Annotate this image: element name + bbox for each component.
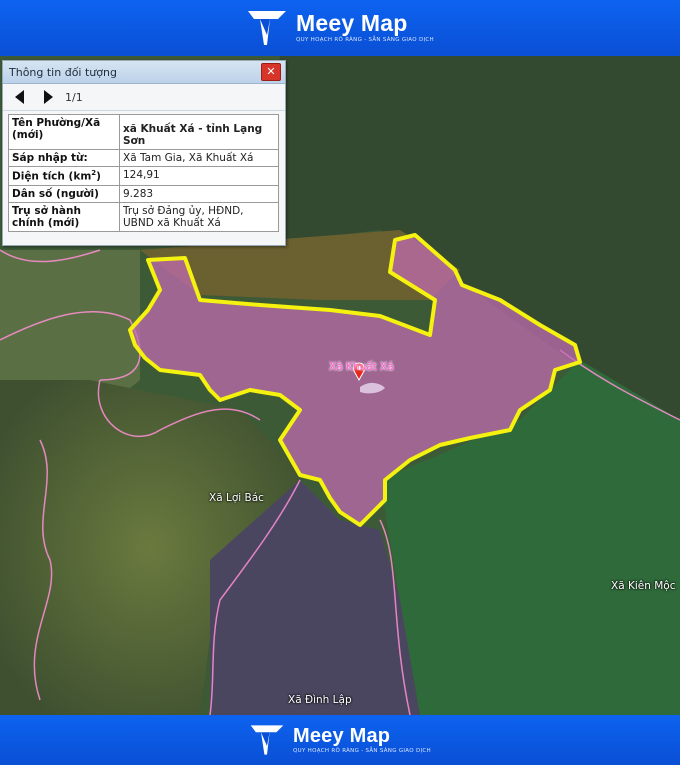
table-row: Tên Phường/Xã (mới) xã Khuất Xá - tỉnh L…: [8, 114, 279, 150]
panel-title: Thông tin đối tượng: [9, 65, 117, 79]
row-key-suffix: ): [96, 170, 101, 183]
brand-tagline: QUY HOẠCH RÕ RÀNG - SẴN SÀNG GIAO DỊCH: [293, 747, 431, 754]
page-indicator: 1/1: [65, 90, 83, 104]
row-key: Tên Phường/Xã (mới): [8, 114, 120, 150]
row-value: 124,91: [119, 166, 279, 186]
info-table: Tên Phường/Xã (mới) xã Khuất Xá - tỉnh L…: [8, 114, 279, 232]
label-khuat-xa[interactable]: Xã Khuất Xá: [329, 361, 394, 373]
brand-tagline: QUY HOẠCH RÕ RÀNG - SẴN SÀNG GIAO DỊCH: [296, 37, 434, 44]
table-row: Dân số (người) 9.283: [8, 184, 279, 203]
row-key: Diện tích (km2): [8, 166, 120, 186]
meey-map-logo-footer[interactable]: Meey Map QUY HOẠCH RÕ RÀNG - SẴN SÀNG GI…: [249, 720, 431, 760]
table-row: Sáp nhập từ: Xã Tam Gia, Xã Khuất Xá: [8, 149, 279, 167]
row-value: xã Khuất Xá - tỉnh Lạng Sơn: [119, 114, 279, 150]
panel-header: Thông tin đối tượng ✕: [3, 61, 285, 84]
brand-name: Meey Map: [293, 724, 391, 747]
row-value: 9.283: [119, 184, 279, 203]
header-banner: Meey Map QUY HOẠCH RÕ RÀNG - SẴN SÀNG GI…: [0, 0, 680, 56]
label-dinh-lap[interactable]: Xã Đình Lập: [288, 694, 352, 706]
table-row: Diện tích (km2) 124,91: [8, 166, 279, 186]
row-key: Trụ sở hành chính (mới): [8, 201, 120, 232]
meey-logo-icon: [248, 11, 286, 45]
row-value: Trụ sở Đảng ủy, HĐND, UBND xã Khuất Xá: [119, 201, 279, 232]
label-kien-moc[interactable]: Xã Kiên Mộc: [611, 580, 675, 592]
pager: 1/1: [3, 84, 285, 111]
row-key: Sáp nhập từ:: [8, 149, 120, 167]
brand-name: Meey Map: [296, 10, 408, 37]
row-key: Dân số (người): [8, 184, 120, 203]
row-key-prefix: Diện tích (km: [12, 170, 92, 183]
next-arrow-icon[interactable]: [41, 89, 55, 105]
meey-map-logo[interactable]: Meey Map QUY HOẠCH RÕ RÀNG - SẴN SÀNG GI…: [246, 5, 434, 51]
footer-banner: Meey Map QUY HOẠCH RÕ RÀNG - SẴN SÀNG GI…: [0, 715, 680, 765]
info-panel: Thông tin đối tượng ✕ 1/1 Tên Phường/Xã …: [2, 60, 286, 246]
table-row: Trụ sở hành chính (mới) Trụ sở Đảng ủy, …: [8, 201, 279, 232]
previous-arrow-icon[interactable]: [13, 89, 27, 105]
meey-logo-icon: [250, 725, 284, 755]
row-value: Xã Tam Gia, Xã Khuất Xá: [119, 149, 279, 167]
close-button[interactable]: ✕: [261, 63, 281, 81]
label-loi-bac[interactable]: Xã Lợi Bác: [209, 492, 264, 504]
